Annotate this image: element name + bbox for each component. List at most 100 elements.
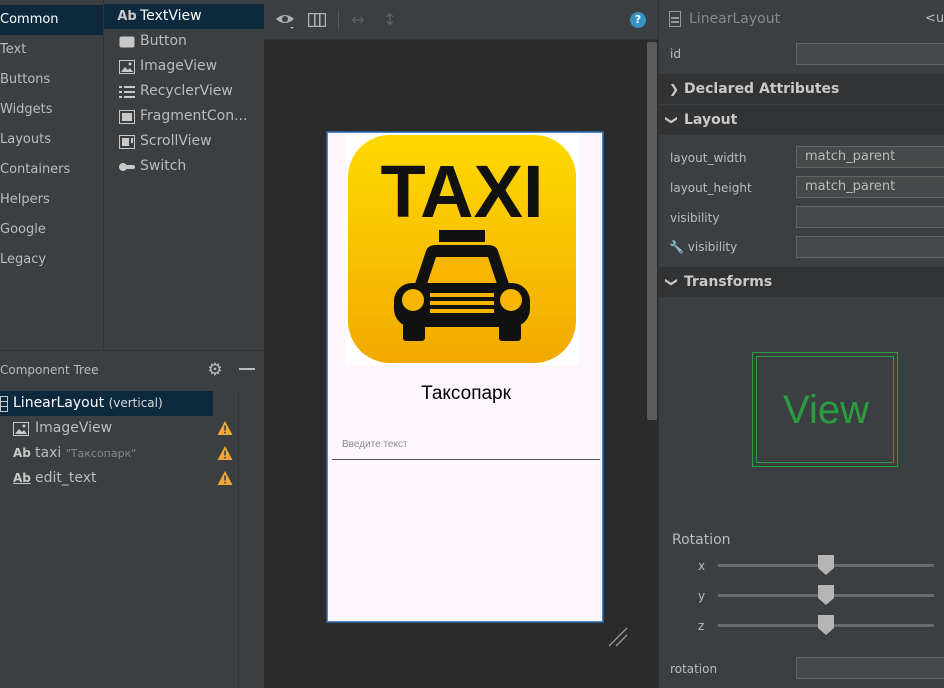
help-icon[interactable]: ?: [630, 12, 646, 28]
rotation-y-slider-thumb[interactable]: [817, 584, 835, 606]
palette-category-google[interactable]: Google: [0, 215, 103, 245]
palette-category-common[interactable]: Common: [0, 5, 103, 35]
component-tree-title: Component Tree: [0, 363, 99, 377]
palette-category-legacy[interactable]: Legacy: [0, 245, 103, 275]
palette-category-buttons[interactable]: Buttons: [0, 65, 103, 95]
edit-text-hint[interactable]: Введите текст: [342, 439, 408, 450]
palette-category-layouts[interactable]: Layouts: [0, 125, 103, 155]
tree-node-label: ImageView: [35, 420, 113, 436]
palette-item-recyclerview[interactable]: RecyclerView: [104, 79, 264, 104]
palette-category-text[interactable]: Text: [0, 35, 103, 65]
horizontal-resize-icon[interactable]: ↔: [348, 10, 368, 30]
section-title: Layout: [684, 112, 738, 128]
palette-item-label: Button: [140, 33, 187, 49]
palette-category-containers[interactable]: Containers: [0, 155, 103, 185]
chevron-down-icon: ❯: [665, 276, 680, 288]
taxi-sign-text: TAXI: [380, 150, 543, 233]
design-toolbar: ↔ ↕ ?: [264, 0, 658, 40]
attributes-panel: LinearLayout <ur id ❯ Declared Attribute…: [658, 0, 944, 688]
scrollview-icon: [118, 129, 136, 154]
gear-icon[interactable]: ⚙: [206, 361, 224, 379]
attributes-header: LinearLayout <ur: [659, 0, 944, 38]
layout-height-label: layout_height: [670, 181, 752, 195]
visibility-label: visibility: [670, 211, 720, 225]
imageview-icon: [13, 416, 29, 441]
toolbar-separator: [338, 10, 339, 30]
palette-item-textview[interactable]: Ab TextView: [104, 4, 264, 29]
rotation-y-label: y: [698, 589, 706, 603]
textview-icon: Ab: [117, 9, 137, 24]
switch-icon: [118, 154, 136, 179]
fragmentcontainer-icon: [118, 104, 136, 129]
rotation-x-slider-thumb[interactable]: [817, 554, 835, 576]
vertical-resize-icon[interactable]: ↕: [380, 10, 400, 30]
rotation-title: Rotation: [672, 532, 731, 548]
app-title-text[interactable]: Таксопарк: [328, 383, 604, 405]
layout-width-field[interactable]: match_parent: [796, 146, 944, 168]
tools-visibility-field[interactable]: [796, 236, 944, 258]
warning-icon[interactable]: [217, 420, 233, 436]
tree-node-label: edit_text: [35, 470, 97, 486]
tree-scrollbar-area: [238, 391, 264, 688]
eye-icon[interactable]: [274, 10, 296, 30]
rotation-field[interactable]: [796, 657, 944, 679]
palette-item-fragmentcontainer[interactable]: FragmentCon...: [104, 104, 264, 129]
textview-icon: Ab: [13, 446, 31, 460]
imageview-icon: [118, 54, 136, 79]
section-title: Transforms: [684, 274, 773, 290]
edit-text-underline: [332, 459, 600, 460]
chevron-right-icon: ❯: [669, 82, 680, 96]
palette-item-button[interactable]: Button: [104, 29, 264, 54]
tree-node-taxi[interactable]: Ab taxi "Таксопарк": [0, 441, 238, 466]
palette-category-widgets[interactable]: Widgets: [0, 95, 103, 125]
section-declared-attributes[interactable]: ❯ Declared Attributes: [659, 74, 944, 104]
transform-preview: View: [752, 352, 898, 467]
layout-height-field[interactable]: match_parent: [796, 176, 944, 198]
resize-handle-icon[interactable]: [607, 626, 629, 648]
rotation-z-label: z: [698, 619, 705, 633]
id-field[interactable]: [796, 43, 944, 65]
attributes-tag: <ur: [925, 11, 944, 26]
tools-visibility-label: 🔧 visibility: [669, 240, 738, 254]
recyclerview-icon: [118, 79, 136, 104]
layout-width-label: layout_width: [670, 151, 747, 165]
warning-icon[interactable]: [217, 445, 233, 461]
wrench-icon: 🔧: [669, 240, 684, 254]
canvas-vertical-scrollbar[interactable]: [647, 42, 657, 420]
device-preview[interactable]: TAXI Таксопарк Введите текст: [327, 132, 603, 622]
palette-item-label: RecyclerView: [140, 83, 233, 99]
section-title: Declared Attributes: [684, 81, 840, 97]
tree-node-linearlayout[interactable]: LinearLayout (vertical): [0, 391, 213, 416]
palette-item-label: Switch: [140, 158, 187, 174]
tree-node-edit-text[interactable]: Ab edit_text: [0, 466, 238, 491]
palette-category-helpers[interactable]: Helpers: [0, 185, 103, 215]
palette-item-imageview[interactable]: ImageView: [104, 54, 264, 79]
palette-item-label: FragmentCon...: [140, 108, 248, 124]
section-layout[interactable]: ❯ Layout: [659, 105, 944, 135]
section-transforms[interactable]: ❯ Transforms: [659, 267, 944, 297]
visibility-field[interactable]: [796, 206, 944, 228]
warning-icon[interactable]: [217, 470, 233, 486]
component-tree-panel: Component Tree ⚙ LinearLayout (vertical)…: [0, 350, 264, 688]
palette-item-label: ImageView: [140, 58, 218, 74]
linearlayout-icon: [669, 11, 681, 27]
rotation-label: rotation: [670, 662, 718, 676]
blueprint-toggle-icon[interactable]: [306, 10, 328, 30]
palette-item-label: TextView: [140, 8, 202, 24]
rotation-z-slider-thumb[interactable]: [817, 614, 835, 636]
tree-node-label: LinearLayout (vertical): [13, 395, 163, 411]
palette-item-switch[interactable]: Switch: [104, 154, 264, 179]
transform-preview-inner: View: [756, 356, 894, 463]
taxi-image[interactable]: TAXI: [346, 133, 578, 365]
button-icon: [118, 29, 136, 54]
palette-panel: Common Text Buttons Widgets Layouts Cont…: [0, 0, 264, 350]
attributes-title: LinearLayout: [689, 11, 781, 27]
palette-item-scrollview[interactable]: ScrollView: [104, 129, 264, 154]
minimize-icon[interactable]: [239, 368, 255, 370]
linearlayout-icon: [0, 391, 8, 416]
id-label: id: [670, 47, 681, 61]
component-tree-header: Component Tree ⚙: [0, 351, 264, 387]
transform-preview-text: View: [783, 388, 869, 432]
tree-node-imageview[interactable]: ImageView: [0, 416, 238, 441]
palette-item-label: ScrollView: [140, 133, 212, 149]
